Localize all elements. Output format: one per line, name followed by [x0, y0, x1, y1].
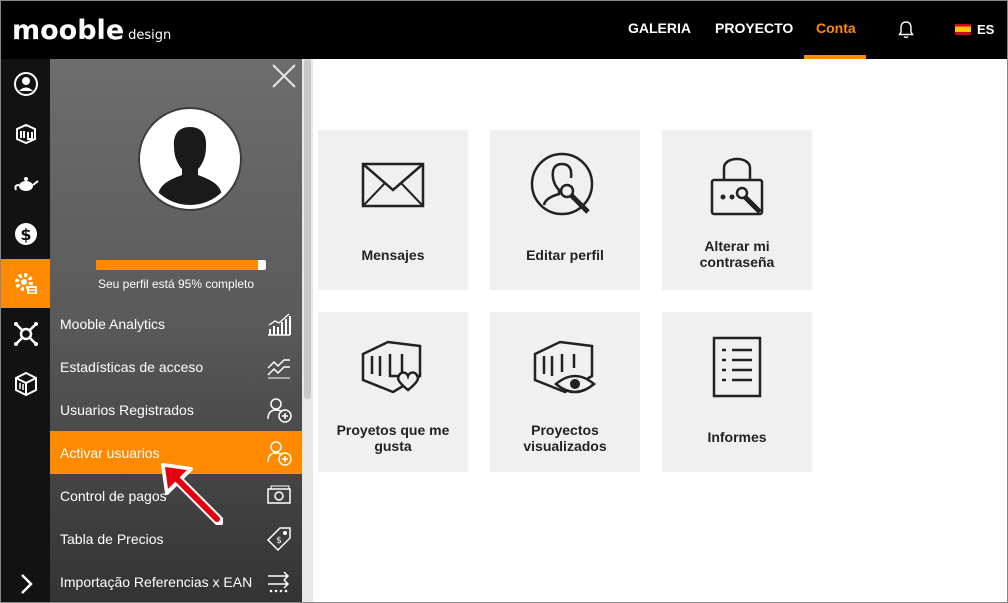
settings-icon — [14, 272, 37, 294]
rail-user-button[interactable] — [1, 59, 50, 108]
analytics-chart-icon — [268, 313, 291, 336]
viewed-projects-icon — [533, 340, 596, 394]
top-navigation-bar: mooble design GALERIA PROYECTO Conta ES — [1, 1, 1007, 59]
menu-item-label: Tabla de Precios — [60, 530, 164, 547]
svg-text:$: $ — [276, 536, 282, 546]
tile-label: Proyetos que me gusta — [336, 422, 450, 454]
menu-item-importacion-ean[interactable]: Importação Referencias x EAN — [50, 560, 302, 602]
nav-proyecto[interactable]: PROYECTO — [715, 20, 793, 36]
close-icon[interactable] — [271, 63, 297, 89]
logo-sub-text: design — [128, 28, 172, 43]
app-window: mooble design GALERIA PROYECTO Conta ES $ — [0, 0, 1008, 603]
price-tag-icon: $ — [266, 527, 291, 552]
icon-rail: $ — [1, 59, 50, 602]
nav-galeria[interactable]: GALERIA — [628, 20, 691, 36]
tile-label: Editar perfil — [526, 247, 604, 263]
tile-proyectos-visualizados[interactable]: Proyectos visualizados — [490, 312, 640, 472]
rail-teapot-button[interactable] — [1, 159, 50, 208]
report-icon — [712, 336, 762, 398]
menu-item-label: Estadísticas de acceso — [60, 358, 204, 375]
mooble-3d-icon — [15, 123, 36, 144]
tile-editar-perfil[interactable]: Editar perfil — [490, 130, 640, 290]
add-user-icon — [267, 441, 292, 466]
rail-network-button[interactable] — [1, 309, 50, 358]
active-nav-indicator — [804, 55, 866, 59]
panel-scrollbar-thumb[interactable] — [304, 59, 311, 399]
tile-label: Mensajes — [361, 247, 425, 263]
pointer-arrow-annotation-icon — [161, 463, 223, 525]
nav-conta[interactable]: Conta — [816, 20, 856, 36]
import-arrows-icon — [268, 571, 290, 593]
user-silhouette-icon — [158, 127, 222, 205]
rail-settings-button[interactable] — [1, 259, 50, 308]
logo-main-text: mooble — [12, 15, 125, 46]
language-selector[interactable]: ES — [955, 22, 994, 37]
svg-text:$: $ — [20, 225, 31, 244]
tile-proyetos-me-gusta[interactable]: Proyetos que me gusta — [318, 312, 468, 472]
profile-progress-text: Seu perfil está 95% completo — [97, 277, 255, 291]
edit-profile-icon — [530, 152, 594, 216]
rail-mooble-button[interactable] — [1, 109, 50, 158]
tile-informes[interactable]: Informes — [662, 312, 812, 472]
tile-alterar-contrasena[interactable]: Alterar mi contraseña — [662, 130, 812, 290]
add-user-icon — [267, 398, 292, 423]
lock-icon — [710, 157, 764, 216]
menu-item-label: Mooble Analytics — [60, 315, 166, 332]
logo[interactable]: mooble design — [12, 15, 171, 46]
menu-item-label: Usuarios Registrados — [60, 401, 194, 418]
liked-projects-icon — [361, 340, 422, 394]
chevron-right-icon — [20, 573, 33, 594]
menu-item-label: Importação Referencias x EAN — [60, 573, 253, 590]
money-icon — [267, 485, 291, 504]
user-icon — [13, 71, 38, 96]
menu-item-label: Activar usuarios — [60, 444, 160, 461]
rail-cube-button[interactable] — [1, 359, 50, 408]
panel-scrollbar[interactable] — [302, 59, 313, 602]
network-icon — [13, 321, 38, 346]
tile-mensajes[interactable]: Mensajes — [318, 130, 468, 290]
envelope-icon — [361, 162, 425, 208]
menu-item-label: Control de pagos — [60, 487, 167, 504]
tile-label: Alterar mi contraseña — [699, 238, 775, 270]
menu-item-mooble-analytics[interactable]: Mooble Analytics — [50, 302, 302, 345]
teapot-icon — [13, 176, 39, 191]
cube-icon — [14, 371, 37, 396]
bell-icon[interactable] — [897, 20, 915, 40]
profile-progress-fill — [96, 260, 258, 270]
rail-expand-button[interactable] — [1, 559, 50, 602]
language-label: ES — [977, 22, 995, 37]
spain-flag-icon — [955, 24, 971, 35]
profile-progress-bar — [96, 260, 266, 270]
dollar-icon: $ — [14, 222, 37, 245]
rail-payments-button[interactable]: $ — [1, 209, 50, 258]
line-trend-icon — [267, 359, 290, 379]
menu-item-usuarios-registrados[interactable]: Usuarios Registrados — [50, 388, 302, 431]
avatar[interactable] — [140, 109, 240, 209]
menu-item-estadisticas-acceso[interactable]: Estadísticas de acceso — [50, 345, 302, 388]
tile-label: Informes — [707, 429, 767, 445]
tile-label: Proyectos visualizados — [523, 422, 607, 454]
